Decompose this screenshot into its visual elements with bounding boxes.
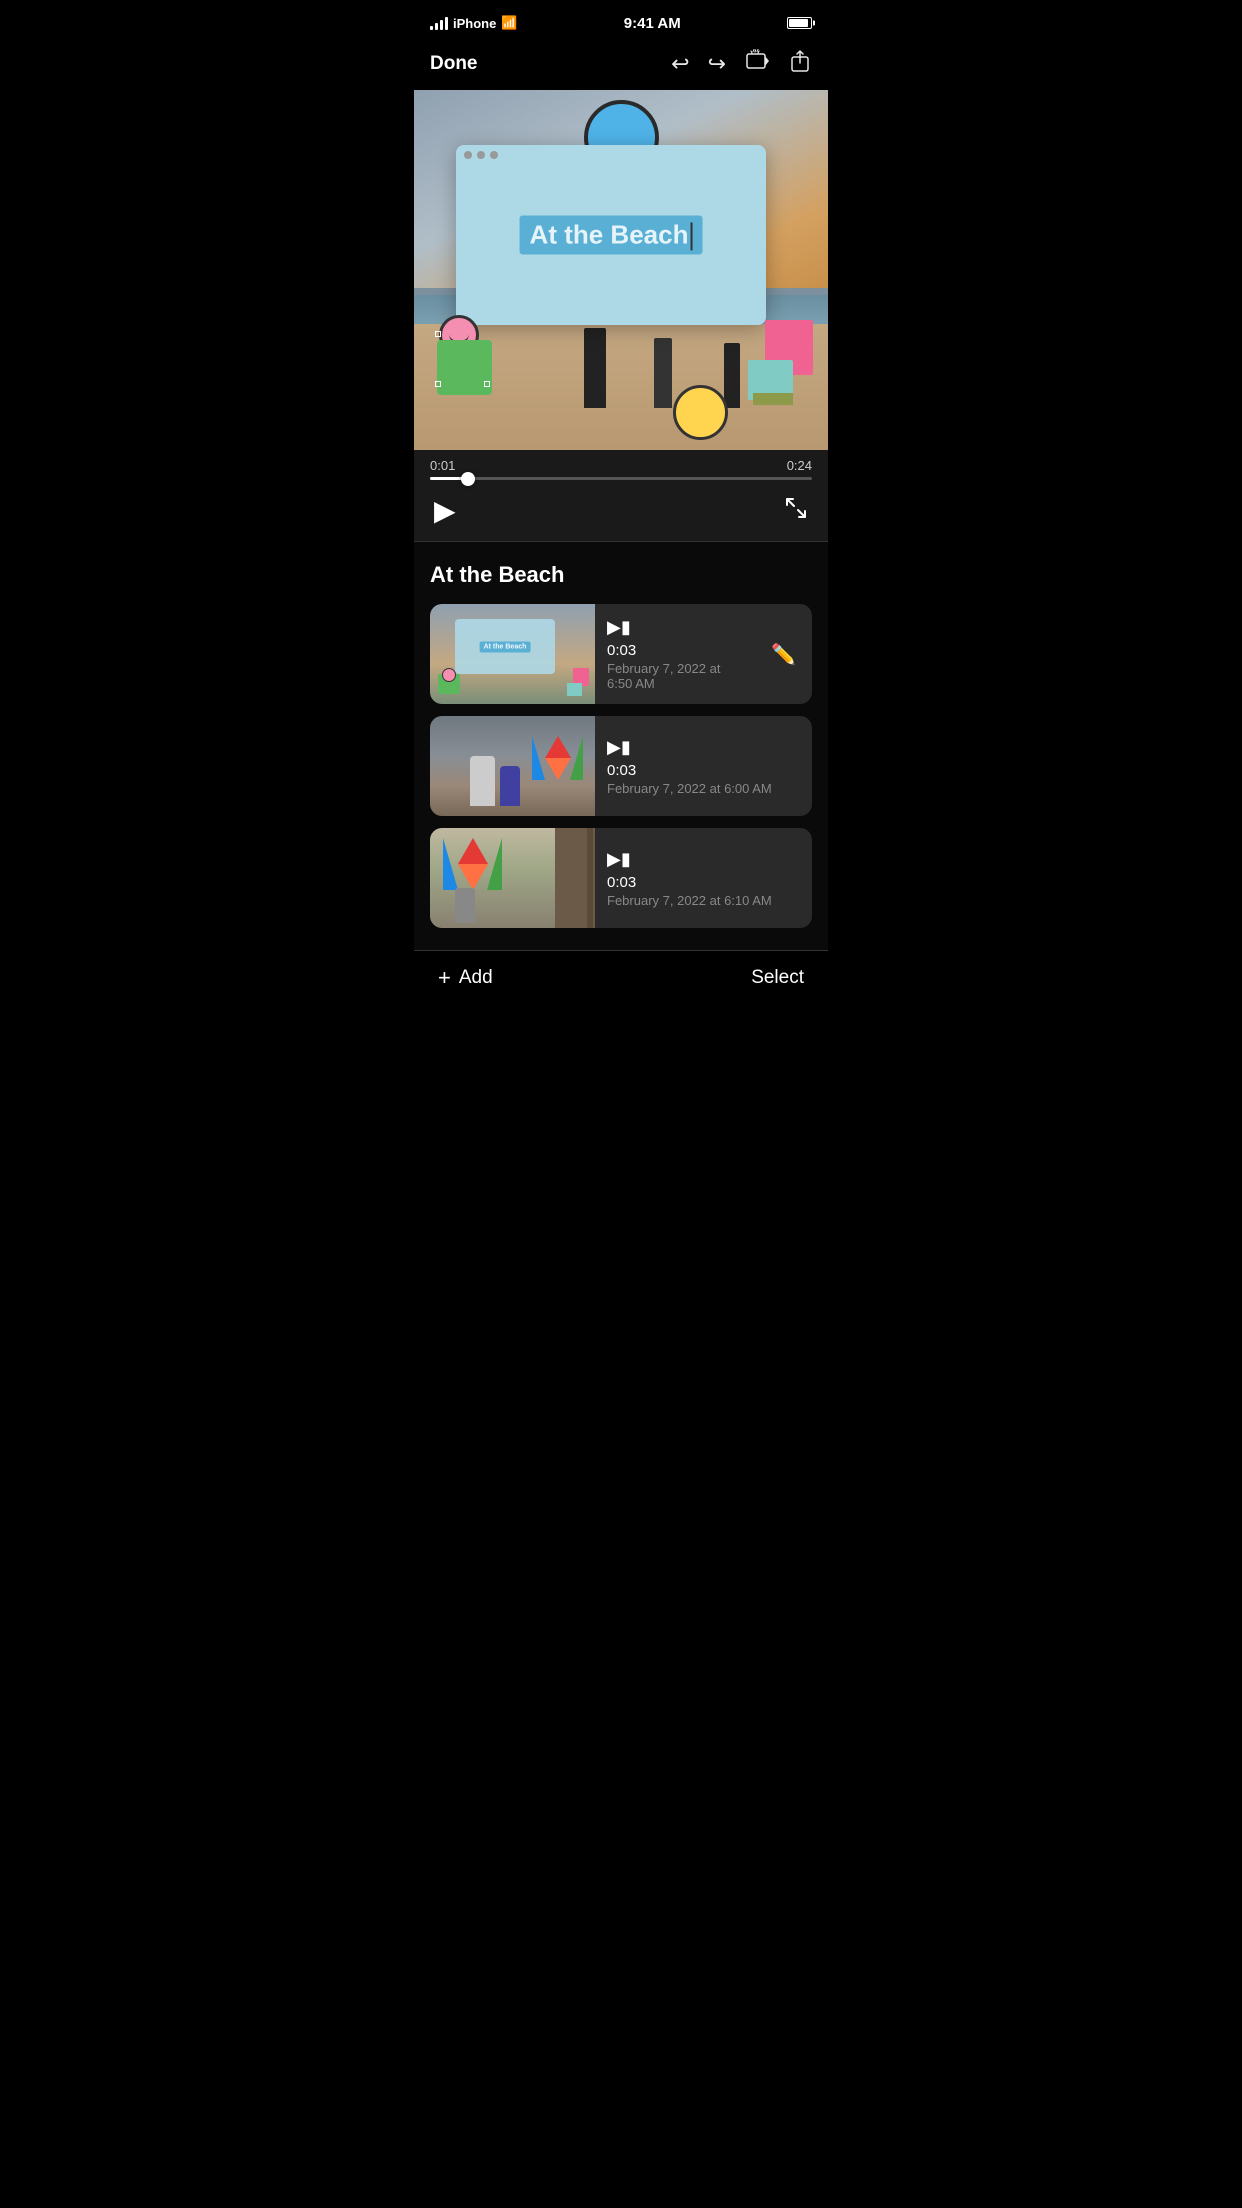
- titlebar-dot-3: [490, 151, 498, 159]
- time-display: 9:41 AM: [624, 15, 681, 32]
- undo-button[interactable]: ↩: [671, 51, 689, 77]
- clip-edit-button-1[interactable]: ✏️: [755, 642, 812, 667]
- clip2-kite: [535, 736, 580, 781]
- progress-section: 0:01 0:24: [414, 450, 828, 486]
- add-label: Add: [459, 967, 493, 989]
- book-spine: [753, 393, 793, 405]
- share-button[interactable]: [788, 49, 812, 79]
- clip-item-1[interactable]: At the Beach ▶▮ 0:03 February 7, 2022 at…: [430, 604, 812, 704]
- beach-title-text: At the Beach: [520, 215, 703, 254]
- clips-section-title: At the Beach: [430, 562, 812, 588]
- clip-video-icon-3: ▶▮: [607, 849, 800, 870]
- total-time: 0:24: [787, 458, 812, 473]
- clip2-person2: [500, 766, 520, 806]
- current-time: 0:01: [430, 458, 455, 473]
- clip1-book-sticker: [567, 668, 589, 696]
- bottom-spacer: [430, 940, 812, 950]
- status-right: [787, 17, 812, 29]
- clip-video-icon-1: ▶▮: [607, 617, 743, 638]
- clip-duration-3: 0:03: [607, 874, 800, 891]
- clip-date-2: February 7, 2022 at 6:00 AM: [607, 781, 800, 796]
- clip-thumbnail-2: [430, 716, 595, 816]
- clip1-window: At the Beach: [455, 619, 555, 674]
- expand-button[interactable]: [784, 496, 808, 526]
- bottom-bar: + Add Select: [414, 950, 828, 1011]
- clip-thumbnail-3: [430, 828, 595, 928]
- person-silhouette-2: [654, 338, 672, 408]
- person-silhouette-1: [584, 328, 606, 408]
- clip3-kite-green: [487, 838, 502, 890]
- done-button[interactable]: Done: [430, 53, 478, 75]
- clip3-kite: [445, 838, 500, 893]
- clip3-person: [455, 888, 475, 923]
- battery-icon: [787, 17, 812, 29]
- window-titlebar: [456, 145, 766, 165]
- clip-date-1: February 7, 2022 at 6:50 AM: [607, 661, 743, 691]
- carrier-label: iPhone: [453, 16, 496, 31]
- clip-duration-1: 0:03: [607, 642, 743, 659]
- toolbar-actions: ↩ ↪: [671, 48, 812, 80]
- kite-blue: [532, 736, 545, 780]
- kite-red: [545, 736, 571, 758]
- clip1-book-teal: [567, 683, 582, 696]
- time-row: 0:01 0:24: [430, 458, 812, 473]
- titlebar-dot-1: [464, 151, 472, 159]
- magic-video-button[interactable]: [744, 48, 770, 80]
- add-icon: +: [438, 965, 451, 991]
- green-character-sticker: [429, 315, 499, 395]
- book-sticker: [748, 320, 813, 400]
- clip2-person1: [470, 756, 495, 806]
- select-button[interactable]: Select: [751, 967, 804, 989]
- person-silhouette-3: [724, 343, 740, 408]
- clip3-kite-orange: [458, 864, 488, 890]
- progress-thumb[interactable]: [461, 472, 475, 486]
- add-button[interactable]: + Add: [438, 965, 493, 991]
- clip-item-3[interactable]: ▶▮ 0:03 February 7, 2022 at 6:10 AM: [430, 828, 812, 928]
- clip-duration-2: 0:03: [607, 762, 800, 779]
- clip-item-2[interactable]: ▶▮ 0:03 February 7, 2022 at 6:00 AM: [430, 716, 812, 816]
- battery-fill: [789, 19, 808, 27]
- progress-track[interactable]: [430, 477, 812, 480]
- toolbar: Done ↩ ↪: [414, 44, 828, 90]
- wifi-icon: 📶: [501, 15, 517, 31]
- clip-info-1: ▶▮ 0:03 February 7, 2022 at 6:50 AM: [595, 617, 755, 691]
- clip-video-icon-2: ▶▮: [607, 737, 800, 758]
- signal-icon: [430, 17, 448, 30]
- video-preview[interactable]: ▶ At the Beach: [414, 90, 828, 450]
- clip-date-3: February 7, 2022 at 6:10 AM: [607, 893, 800, 908]
- yellow-ball-sticker: [673, 385, 728, 440]
- clip1-window-text: At the Beach: [480, 641, 531, 652]
- kite-green: [570, 736, 583, 780]
- status-bar: iPhone 📶 9:41 AM: [414, 0, 828, 44]
- title-sticker-window: At the Beach: [456, 145, 766, 325]
- clip-info-2: ▶▮ 0:03 February 7, 2022 at 6:00 AM: [595, 737, 812, 796]
- text-cursor: [690, 223, 692, 251]
- kite-orange: [545, 758, 571, 780]
- selection-handle-1: [435, 331, 441, 337]
- redo-button[interactable]: ↪: [708, 51, 726, 77]
- selection-handle-2: [435, 381, 441, 387]
- clip3-kite-blue: [443, 838, 458, 890]
- playback-controls: ▶: [414, 486, 828, 541]
- play-button[interactable]: ▶: [434, 494, 456, 527]
- titlebar-dot-2: [477, 151, 485, 159]
- status-left: iPhone 📶: [430, 15, 518, 31]
- selection-handle-3: [484, 381, 490, 387]
- clips-section: At the Beach At the Beach ▶▮ 0:03 Februa…: [414, 542, 828, 950]
- clip-thumbnail-1: At the Beach: [430, 604, 595, 704]
- clip3-fence-boards: [587, 828, 595, 928]
- clip-info-3: ▶▮ 0:03 February 7, 2022 at 6:10 AM: [595, 849, 812, 908]
- clip1-pink-sticker: [442, 668, 456, 682]
- clip3-kite-red: [458, 838, 488, 864]
